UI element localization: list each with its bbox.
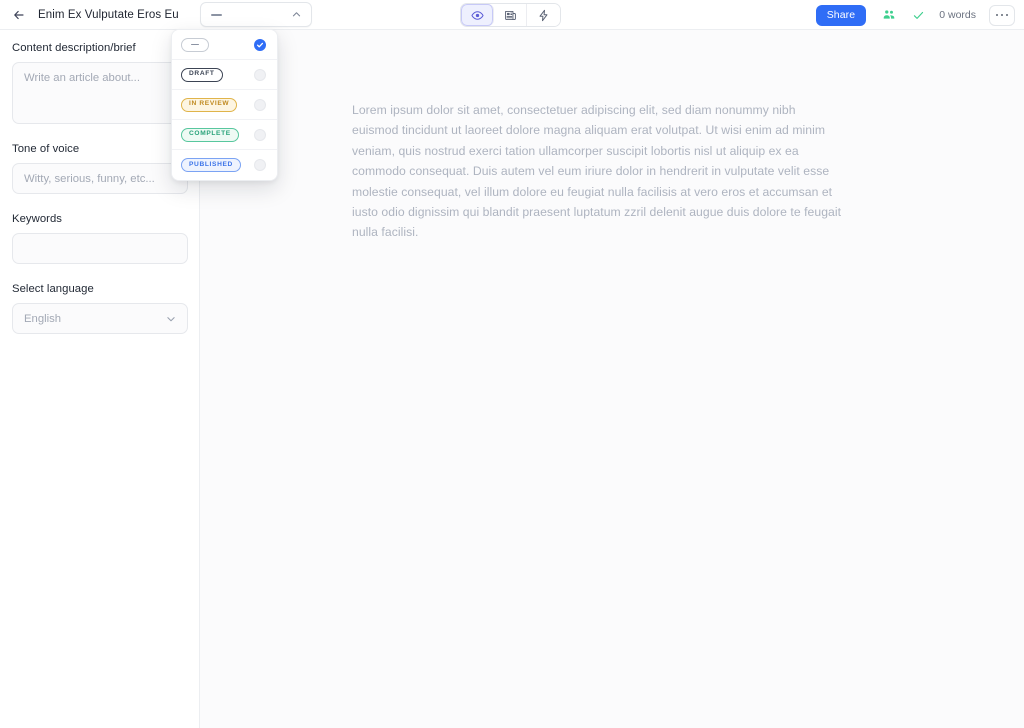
ellipsis-dot [1000,13,1004,17]
keywords-input[interactable] [12,233,188,264]
status-badge: IN REVIEW [181,97,238,112]
field-content-description: Content description/brief Write an artic… [12,42,188,124]
saved-check-icon [912,9,925,22]
radio-unselected[interactable] [254,128,266,141]
status-badge: COMPLETE [181,127,239,142]
ellipsis-dot [1005,13,1009,17]
status-select-control[interactable] [199,2,312,27]
status-badge [181,37,209,52]
header-right-group: Share 0 words [815,0,1015,30]
status-option-in-review[interactable]: IN REVIEW [172,90,277,120]
status-option-draft[interactable]: DRAFT [172,60,277,90]
status-badge: PUBLISHED [181,158,241,172]
radio-unselected[interactable] [254,159,266,171]
app-root: Enim Ex Vulputate Eros Eu Share 0 words … [0,0,1024,728]
ellipsis-dot [995,13,999,17]
language-select-value: English [24,312,62,325]
radio-unselected[interactable] [254,98,266,111]
left-sidebar: Content description/brief Write an artic… [0,30,200,728]
top-header: Enim Ex Vulputate Eros Eu Share 0 words [0,0,1024,30]
header-left-group: Enim Ex Vulputate Eros Eu [0,0,312,30]
status-option-complete[interactable]: COMPLETE [172,120,277,150]
people-icon[interactable] [882,8,896,22]
content-description-input[interactable]: Write an article about... [12,62,188,124]
field-keywords: Keywords [12,213,188,264]
status-empty-dash [210,13,222,16]
language-select[interactable]: English [12,303,188,334]
view-mode-toolbar [460,3,561,27]
field-select-language: Select language English [12,283,188,334]
main-canvas: Lorem ipsum dolor sit amet, consectetuer… [200,30,1024,728]
field-tone-of-voice: Tone of voice Witty, serious, funny, etc… [12,143,188,194]
label-content-description: Content description/brief [12,42,136,54]
status-empty-dash [191,43,199,46]
status-dropdown-menu: DRAFT IN REVIEW COMPLETE PUBLISHED [171,29,278,181]
back-arrow-icon[interactable] [10,6,28,24]
chevron-down-icon [165,313,177,325]
chevron-up-icon [291,9,302,20]
tab-preview[interactable] [461,4,494,26]
radio-unselected[interactable] [254,68,266,81]
status-badge: DRAFT [181,67,223,82]
more-options-button[interactable] [989,4,1015,26]
editor-placeholder-text: Lorem ipsum dolor sit amet, consectetuer… [352,103,842,240]
share-button[interactable]: Share [815,4,867,26]
document-title: Enim Ex Vulputate Eros Eu [38,8,179,21]
label-keywords: Keywords [12,213,63,225]
radio-selected[interactable] [254,38,266,51]
tone-of-voice-input[interactable]: Witty, serious, funny, etc... [12,163,188,194]
label-tone-of-voice: Tone of voice [12,143,80,155]
status-option-published[interactable]: PUBLISHED [172,150,277,180]
editor-area[interactable]: Lorem ipsum dolor sit amet, consectetuer… [352,100,842,243]
tab-generate[interactable] [527,4,560,26]
tab-article[interactable] [494,4,527,26]
word-count-label: 0 words [939,9,976,21]
label-select-language: Select language [12,283,94,295]
status-option-none[interactable] [172,30,277,60]
